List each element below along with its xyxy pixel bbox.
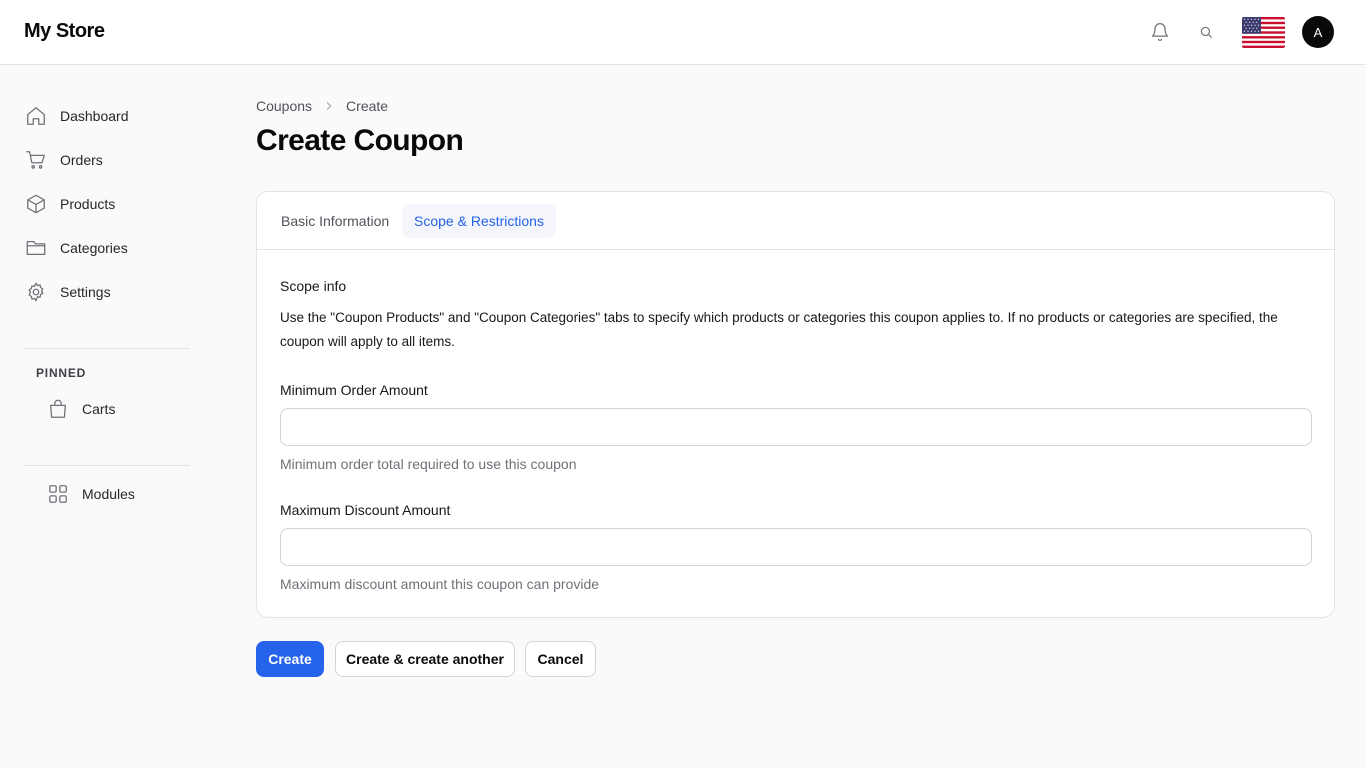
sidebar-item-settings[interactable]: Settings [24,278,111,306]
sidebar-item-categories[interactable]: Categories [24,234,128,262]
min-order-helper: Minimum order total required to use this… [280,456,577,472]
sidebar-item-modules[interactable]: Modules [46,480,135,508]
grid-icon [46,482,70,506]
sidebar-divider [24,348,190,349]
pinned-section-label: PINNED [36,366,87,380]
create-button[interactable]: Create [256,641,324,677]
sidebar-item-products[interactable]: Products [24,190,115,218]
sidebar-item-label: Orders [60,152,103,168]
home-icon [24,104,48,128]
page-title: Create Coupon [256,124,464,157]
form-tabs: Basic Information Scope & Restrictions [257,192,1334,250]
min-order-label: Minimum Order Amount [280,382,428,398]
sidebar-divider [24,465,190,466]
cart-icon [24,148,48,172]
max-discount-amount-input[interactable] [280,528,1312,566]
header-actions: A [1144,16,1334,48]
bell-icon[interactable] [1144,16,1176,48]
cancel-button[interactable]: Cancel [525,641,596,677]
tab-basic-information[interactable]: Basic Information [269,204,401,238]
sidebar-item-label: Carts [82,401,116,417]
sidebar-item-label: Dashboard [60,108,129,124]
chevron-right-icon [324,101,334,111]
folder-icon [24,236,48,260]
scope-info-heading: Scope info [280,278,347,294]
sidebar-item-carts[interactable]: Carts [46,395,115,423]
max-discount-helper: Maximum discount amount this coupon can … [280,576,600,592]
box-icon [24,192,48,216]
sidebar-item-label: Products [60,196,116,212]
gear-icon [24,280,48,304]
bag-icon [46,397,70,421]
sidebar-item-label: Categories [60,240,128,256]
scope-info-text: Use the "Coupon Products" and "Coupon Ca… [280,310,1278,349]
breadcrumb-current: Create [346,98,389,114]
min-order-amount-input[interactable] [280,408,1312,446]
brand-title[interactable]: My Store [24,20,105,43]
breadcrumb: Coupons Create [256,98,388,114]
sidebar-item-label: Settings [60,284,111,300]
sidebar-item-orders[interactable]: Orders [24,146,103,174]
coupon-form-card: Basic Information Scope & Restrictions S… [256,191,1335,618]
tab-scope-restrictions[interactable]: Scope & Restrictions [402,204,556,238]
user-avatar[interactable]: A [1302,16,1334,48]
sidebar: Dashboard Orders Products Categories Set… [0,65,214,768]
search-icon[interactable] [1190,16,1222,48]
sidebar-item-dashboard[interactable]: Dashboard [24,102,129,130]
top-bar: My Store A [0,0,1366,65]
breadcrumb-coupons-link[interactable]: Coupons [256,98,312,114]
max-discount-label: Maximum Discount Amount [280,502,451,518]
sidebar-item-label: Modules [82,486,135,502]
create-another-button[interactable]: Create & create another [335,641,515,677]
us-flag-icon[interactable] [1242,16,1285,48]
